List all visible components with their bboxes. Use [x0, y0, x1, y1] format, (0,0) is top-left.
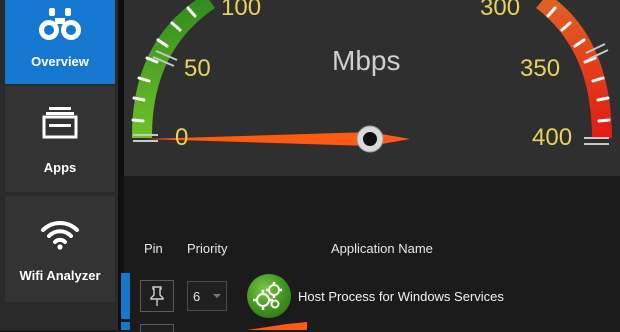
sidebar-item-apps[interactable]: Apps	[5, 86, 115, 192]
gauge-label-350: 350	[520, 55, 561, 82]
pin-button[interactable]	[140, 324, 174, 332]
gauge-unit: Mbps	[332, 45, 401, 76]
priority-select[interactable]: 6	[187, 281, 227, 311]
binoculars-icon	[39, 8, 81, 40]
column-header-priority[interactable]: Priority	[187, 241, 227, 256]
chevron-down-icon	[213, 294, 221, 298]
gauge-label-0: 0	[175, 124, 189, 151]
column-header-app-name[interactable]: Application Name	[331, 241, 433, 256]
gauge-label-300: 300	[480, 0, 521, 21]
sidebar-item-label: Apps	[43, 160, 77, 175]
sidebar: Overview Apps Wifi Analyzer	[0, 0, 118, 330]
wifi-icon	[41, 220, 79, 250]
gauge-label-100: 100	[221, 0, 262, 21]
application-name[interactable]: Host Process for Windows Services	[298, 289, 504, 304]
priority-value: 6	[193, 289, 201, 304]
pin-icon	[150, 286, 164, 306]
row-bandwidth-bar	[247, 322, 307, 330]
sidebar-item-wifi-analyzer[interactable]: Wifi Analyzer	[5, 196, 115, 302]
gears-icon	[247, 274, 291, 318]
sidebar-item-overview[interactable]: Overview	[5, 0, 115, 84]
sidebar-item-label: Wifi Analyzer	[19, 268, 101, 283]
speed-gauge: 100 50 0 300 350 400 Mbps	[124, 0, 620, 176]
apps-window-icon	[42, 107, 78, 139]
gauge-label-400: 400	[532, 124, 573, 151]
sidebar-item-label: Overview	[31, 54, 89, 69]
column-header-pin[interactable]: Pin	[144, 241, 163, 256]
row-selection-indicator	[121, 322, 130, 330]
pin-button[interactable]	[140, 280, 174, 312]
gauge-label-50: 50	[184, 55, 211, 82]
row-selection-indicator	[121, 273, 130, 319]
